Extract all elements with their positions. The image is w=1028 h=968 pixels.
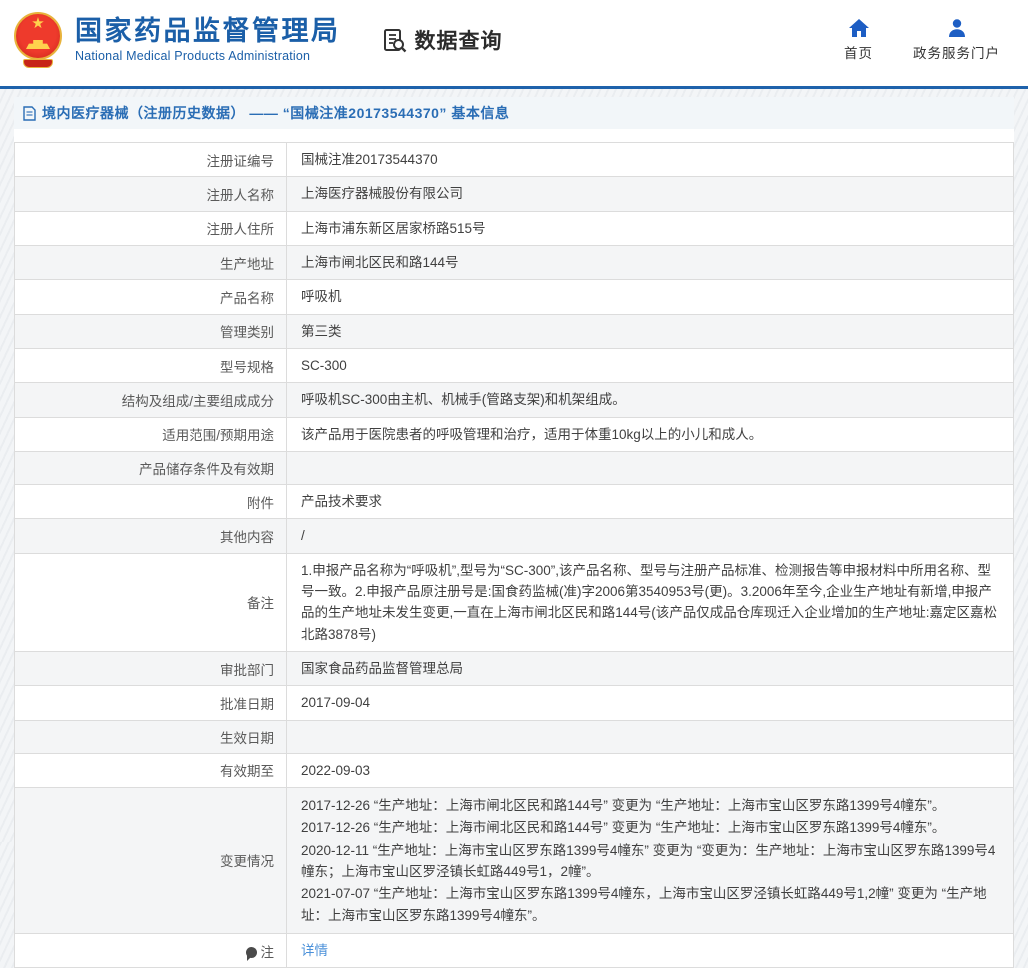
change-record: 2021-07-07 “生产地址：上海市宝山区罗东路1399号4幢东，上海市宝山… <box>301 883 999 926</box>
nav-data-query-label: 数据查询 <box>415 25 503 55</box>
row-value: 上海市浦东新区居家桥路515号 <box>287 211 1014 245</box>
row-label: 结构及组成/主要组成成分 <box>15 383 287 417</box>
row-label: 注册证编号 <box>15 143 287 177</box>
row-value <box>287 720 1014 753</box>
main-content: 境内医疗器械（注册历史数据） —— “国械注准20173544370” 基本信息… <box>0 89 1028 968</box>
org-name-en: National Medical Products Administration <box>75 49 341 63</box>
row-value: 详情 <box>287 933 1014 967</box>
table-row: 有效期至2022-09-03 <box>15 753 1014 787</box>
info-table-body: 注册证编号国械注准20173544370注册人名称上海医疗器械股份有限公司注册人… <box>15 143 1014 968</box>
table-row: 适用范围/预期用途该产品用于医院患者的呼吸管理和治疗，适用于体重10kg以上的小… <box>15 417 1014 451</box>
row-label: 变更情况 <box>15 787 287 933</box>
home-icon <box>849 19 869 37</box>
table-row: 注详情 <box>15 933 1014 967</box>
table-row: 生产地址上海市闸北区民和路144号 <box>15 245 1014 279</box>
nav-gov-portal-label: 政务服务门户 <box>913 42 1000 62</box>
row-label: 生效日期 <box>15 720 287 753</box>
site-header: 国家药品监督管理局 National Medical Products Admi… <box>0 0 1028 89</box>
row-label: 注册人名称 <box>15 177 287 211</box>
document-search-icon <box>381 27 408 54</box>
row-label: 批准日期 <box>15 686 287 720</box>
row-label: 有效期至 <box>15 753 287 787</box>
row-value: 上海医疗器械股份有限公司 <box>287 177 1014 211</box>
row-value: 国械注准20173544370 <box>287 143 1014 177</box>
row-label: 产品名称 <box>15 280 287 314</box>
row-value: 2017-09-04 <box>287 686 1014 720</box>
row-value: 2022-09-03 <box>287 753 1014 787</box>
row-value: 1.申报产品名称为“呼吸机”,型号为“SC-300”,该产品名称、型号与注册产品… <box>287 553 1014 651</box>
row-label: 审批部门 <box>15 651 287 685</box>
row-value: / <box>287 519 1014 553</box>
table-row: 备注1.申报产品名称为“呼吸机”,型号为“SC-300”,该产品名称、型号与注册… <box>15 553 1014 651</box>
row-label: 备注 <box>15 553 287 651</box>
table-row: 产品名称呼吸机 <box>15 280 1014 314</box>
row-label: 注 <box>15 933 287 967</box>
row-value: 第三类 <box>287 314 1014 348</box>
org-name-cn: 国家药品监督管理局 <box>75 17 341 47</box>
row-label: 管理类别 <box>15 314 287 348</box>
user-icon <box>948 19 966 37</box>
table-row: 注册人住所上海市浦东新区居家桥路515号 <box>15 211 1014 245</box>
detail-link[interactable]: 详情 <box>301 943 328 958</box>
row-label: 生产地址 <box>15 245 287 279</box>
table-row: 生效日期 <box>15 720 1014 753</box>
nav-gov-portal[interactable]: 政务服务门户 <box>913 19 1000 62</box>
row-value: 呼吸机SC-300由主机、机械手(管路支架)和机架组成。 <box>287 383 1014 417</box>
row-label: 附件 <box>15 484 287 518</box>
change-record: 2017-12-26 “生产地址：上海市闸北区民和路144号” 变更为 “生产地… <box>301 817 999 838</box>
row-label: 适用范围/预期用途 <box>15 417 287 451</box>
row-value: 上海市闸北区民和路144号 <box>287 245 1014 279</box>
row-label: 注册人住所 <box>15 211 287 245</box>
table-row: 其他内容/ <box>15 519 1014 553</box>
note-balloon-icon <box>246 947 257 958</box>
header-nav: 首页 政务服务门户 <box>844 19 1000 62</box>
row-value: 2017-12-26 “生产地址：上海市闸北区民和路144号” 变更为 “生产地… <box>287 787 1014 933</box>
table-row: 审批部门国家食品药品监督管理总局 <box>15 651 1014 685</box>
table-row: 管理类别第三类 <box>15 314 1014 348</box>
row-value: 国家食品药品监督管理总局 <box>287 651 1014 685</box>
table-row: 附件产品技术要求 <box>15 484 1014 518</box>
table-row: 注册人名称上海医疗器械股份有限公司 <box>15 177 1014 211</box>
table-row: 型号规格SC-300 <box>15 348 1014 382</box>
registration-info-table: 注册证编号国械注准20173544370注册人名称上海医疗器械股份有限公司注册人… <box>14 142 1014 968</box>
change-record: 2017-12-26 “生产地址：上海市闸北区民和路144号” 变更为 “生产地… <box>301 795 999 816</box>
nav-home[interactable]: 首页 <box>844 19 873 62</box>
row-value: 呼吸机 <box>287 280 1014 314</box>
table-row: 批准日期2017-09-04 <box>15 686 1014 720</box>
page-titlebar: 境内医疗器械（注册历史数据） —— “国械注准20173544370” 基本信息 <box>14 97 1014 129</box>
table-row: 变更情况 2017-12-26 “生产地址：上海市闸北区民和路144号” 变更为 … <box>15 787 1014 933</box>
row-value <box>287 451 1014 484</box>
row-label: 其他内容 <box>15 519 287 553</box>
table-row: 注册证编号国械注准20173544370 <box>15 143 1014 177</box>
national-emblem-logo <box>14 12 64 68</box>
brand: 国家药品监督管理局 National Medical Products Admi… <box>14 12 341 68</box>
page-title: 境内医疗器械（注册历史数据） —— “国械注准20173544370” 基本信息 <box>42 103 509 123</box>
change-record: 2020-12-11 “生产地址：上海市宝山区罗东路1399号4幢东” 变更为 … <box>301 840 999 883</box>
table-row: 结构及组成/主要组成成分呼吸机SC-300由主机、机械手(管路支架)和机架组成。 <box>15 383 1014 417</box>
titlebar-gap <box>14 129 1014 142</box>
row-label: 产品储存条件及有效期 <box>15 451 287 484</box>
row-value: SC-300 <box>287 348 1014 382</box>
nav-home-label: 首页 <box>844 42 873 62</box>
row-label: 型号规格 <box>15 348 287 382</box>
row-value: 产品技术要求 <box>287 484 1014 518</box>
table-row: 产品储存条件及有效期 <box>15 451 1014 484</box>
row-value: 该产品用于医院患者的呼吸管理和治疗，适用于体重10kg以上的小儿和成人。 <box>287 417 1014 451</box>
document-icon <box>23 106 36 121</box>
content-panel: 境内医疗器械（注册历史数据） —— “国械注准20173544370” 基本信息… <box>14 97 1014 968</box>
nav-data-query[interactable]: 数据查询 <box>381 25 503 55</box>
